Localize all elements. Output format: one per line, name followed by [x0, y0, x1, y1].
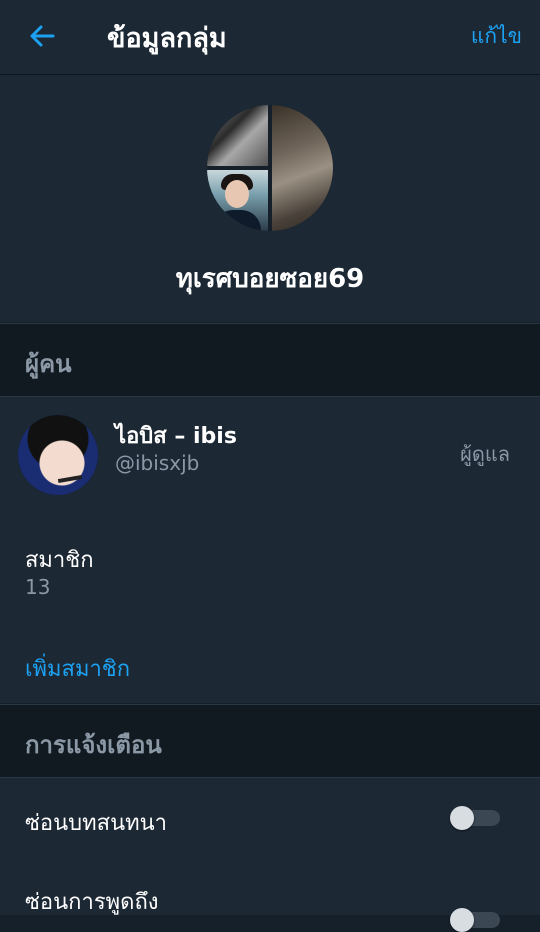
group-avatar-photo-1: [207, 105, 268, 166]
mute-conversation-toggle[interactable]: [450, 806, 500, 830]
mute-mentions-label: ซ่อนการพูดถึง: [25, 890, 159, 915]
avatar[interactable]: [18, 415, 98, 495]
page-title: ข้อมูลกลุ่ม: [107, 23, 227, 54]
notifications-section-title: การแจ้งเตือน: [25, 731, 162, 759]
edit-button[interactable]: แก้ไข: [471, 20, 522, 53]
member-handle: @ibisxjb: [115, 451, 200, 475]
mute-mentions-toggle[interactable]: [450, 908, 500, 932]
group-avatar[interactable]: [207, 105, 333, 231]
mute-conversation-label: ซ่อนบทสนทนา: [25, 811, 168, 836]
back-arrow-icon: [30, 25, 55, 47]
members-label: สมาชิก: [25, 548, 94, 573]
members-count: 13: [25, 575, 51, 599]
people-section-title: ผู้คน: [25, 350, 72, 378]
group-name: ทุเรศบอยซอย69: [175, 264, 365, 294]
add-member-link[interactable]: เพิ่มสมาชิก: [25, 651, 130, 686]
people-section-header: ผู้คน: [0, 323, 540, 397]
member-role-badge: ผู้ดูแล: [460, 442, 510, 466]
group-profile: ทุเรศบอยซอย69: [0, 75, 540, 322]
member-name: ไอบิส – ibis: [115, 424, 237, 449]
group-avatar-photo-3: [207, 170, 268, 231]
people-section: ไอบิส – ibis @ibisxjb ผู้ดูแล สมาชิก 13 …: [0, 397, 540, 703]
group-avatar-photo-2: [272, 105, 333, 231]
notifications-section-header: การแจ้งเตือน: [0, 704, 540, 778]
notifications-section: ซ่อนบทสนทนา ซ่อนการพูดถึง: [0, 778, 540, 915]
top-app-bar: ข้อมูลกลุ่ม แก้ไข: [0, 0, 540, 75]
back-button[interactable]: [24, 18, 60, 54]
